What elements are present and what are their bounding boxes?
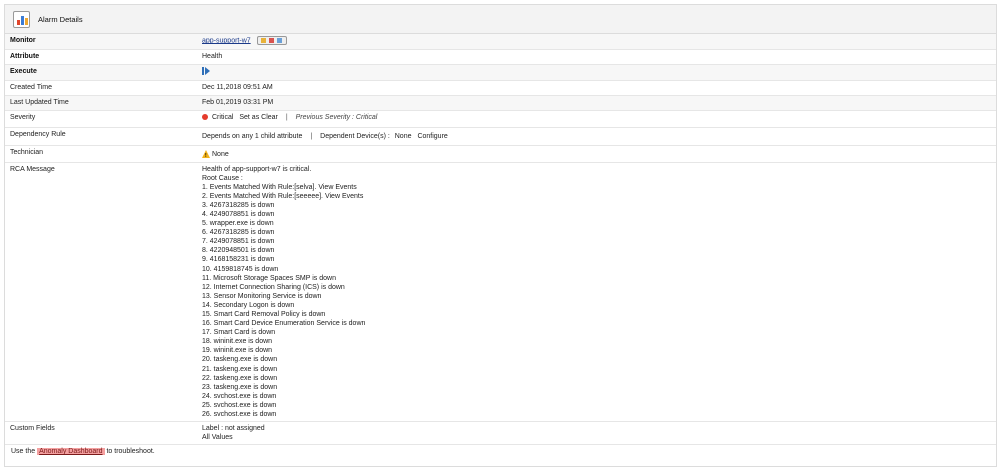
dependency-rule-value: Depends on any 1 child attribute [202, 132, 303, 140]
rca-item: 7. 4249078851 is down [202, 238, 275, 246]
rca-item: 6. 4267318285 is down [202, 229, 275, 237]
label-monitor: Monitor [5, 34, 197, 50]
dependency-separator: | [310, 132, 313, 140]
row-created: Created Time Dec 11,2018 09:51 AM [5, 80, 996, 96]
dependent-devices-value: None [394, 132, 412, 140]
row-rca: RCA Message Health of app-support-w7 is … [5, 162, 996, 423]
rca-item: 15. Smart Card Removal Policy is down [202, 311, 326, 318]
label-severity: Severity [5, 110, 197, 128]
dependent-devices-label: Dependent Device(s) : [320, 132, 390, 140]
row-severity: Severity Critical Set as Clear | Previou… [5, 110, 996, 128]
rca-item: 13. Sensor Monitoring Service is down [202, 292, 322, 300]
label-rca: RCA Message [5, 162, 197, 423]
label-custom-fields: Custom Fields [5, 421, 197, 446]
technician-value[interactable]: None [212, 151, 229, 158]
row-attribute: Attribute Health [5, 49, 996, 65]
previous-severity-value: Critical [355, 113, 378, 121]
custom-label-value: Label : not assigned [202, 425, 265, 433]
warning-icon: ! [202, 149, 210, 159]
row-dependency: Dependency Rule Depends on any 1 child a… [5, 127, 996, 146]
footer-suffix: to troubleshoot. [106, 448, 155, 456]
rca-message: Health of app-support-w7 is critical. Ro… [197, 162, 996, 423]
set-as-clear-link[interactable]: Set as Clear [239, 114, 278, 121]
rca-item: 25. svchost.exe is down [202, 401, 277, 409]
rca-item: 18. wininit.exe is down [202, 338, 273, 346]
label-attribute: Attribute [5, 49, 197, 65]
label-dependency: Dependency Rule [5, 127, 197, 146]
created-value: Dec 11,2018 09:51 AM [197, 80, 996, 96]
panel-header: Alarm Details [5, 5, 996, 34]
previous-severity-label: Previous Severity : [295, 113, 354, 121]
row-execute: Execute [5, 64, 996, 81]
alarm-details-icon [13, 10, 30, 28]
rca-intro: Health of app-support-w7 is critical. [202, 165, 312, 173]
rca-item: 11. Microsoft Storage Spaces SMP is down [202, 274, 336, 282]
rca-item: 5. wrapper.exe is down [202, 220, 274, 228]
rca-item: 23. taskeng.exe is down [202, 383, 278, 391]
critical-status-icon [202, 113, 208, 120]
severity-separator: | [285, 113, 288, 121]
rca-item: 20. taskeng.exe is down [202, 356, 278, 364]
updated-value: Feb 01,2019 03:31 PM [197, 95, 996, 111]
footer-prefix: Use the [11, 448, 36, 456]
rca-item: 26. svchost.exe is down [202, 411, 277, 419]
rca-item: 10. 4159818745 is down [202, 265, 279, 273]
rca-item: 4. 4249078851 is down [202, 210, 275, 218]
row-updated: Last Updated Time Feb 01,2019 03:31 PM [5, 95, 996, 111]
rca-item[interactable]: 2. Events Matched With Rule:[seeeee]. Vi… [202, 192, 991, 201]
label-created: Created Time [5, 80, 197, 96]
monitor-link[interactable]: app-support-w7 [202, 37, 251, 44]
attribute-value: Health [197, 49, 996, 65]
rca-item: 3. 4267318285 is down [202, 201, 275, 209]
rca-item: 21. taskeng.exe is down [202, 365, 278, 373]
rca-item: 12. Internet Connection Sharing (ICS) is… [202, 283, 345, 291]
rca-item: 9. 4168158231 is down [202, 256, 275, 264]
monitor-actions-icon[interactable] [256, 36, 287, 45]
alarm-details-panel: Alarm Details Monitor app-support-w7 Att… [4, 4, 997, 467]
execute-action-icon[interactable] [202, 66, 210, 75]
configure-link[interactable]: Configure [417, 133, 447, 140]
rca-item: 16. Smart Card Device Enumeration Servic… [202, 320, 366, 328]
rca-item: 22. taskeng.exe is down [202, 374, 278, 382]
row-custom-fields: Custom Fields Label : not assigned All V… [5, 421, 996, 446]
rca-item: 19. wininit.exe is down [202, 347, 273, 355]
rca-item: 14. Secondary Logon is down [202, 301, 295, 309]
label-technician: Technician [5, 145, 197, 163]
label-updated: Last Updated Time [5, 95, 197, 111]
rca-items: 1. Events Matched With Rule:[selva]. Vie… [202, 183, 991, 419]
row-monitor: Monitor app-support-w7 [5, 34, 996, 50]
rca-item[interactable]: 1. Events Matched With Rule:[selva]. Vie… [202, 183, 991, 192]
rca-item: 24. svchost.exe is down [202, 392, 277, 400]
label-execute: Execute [5, 64, 197, 81]
details-table: Monitor app-support-w7 Attribute Health … [5, 34, 996, 446]
anomaly-dashboard-link[interactable]: Anomaly Dashboard [37, 448, 105, 456]
rca-item: 17. Smart Card is down [202, 329, 276, 337]
row-technician: Technician ! None [5, 145, 996, 163]
custom-all-values[interactable]: All Values [202, 433, 991, 442]
panel-title: Alarm Details [38, 14, 83, 24]
severity-status: Critical [212, 113, 234, 121]
footer-hint: Use the Anomaly Dashboard to troubleshoo… [5, 445, 996, 458]
rca-item: 8. 4220948501 is down [202, 247, 275, 255]
rca-root-cause: Root Cause : [202, 174, 243, 182]
